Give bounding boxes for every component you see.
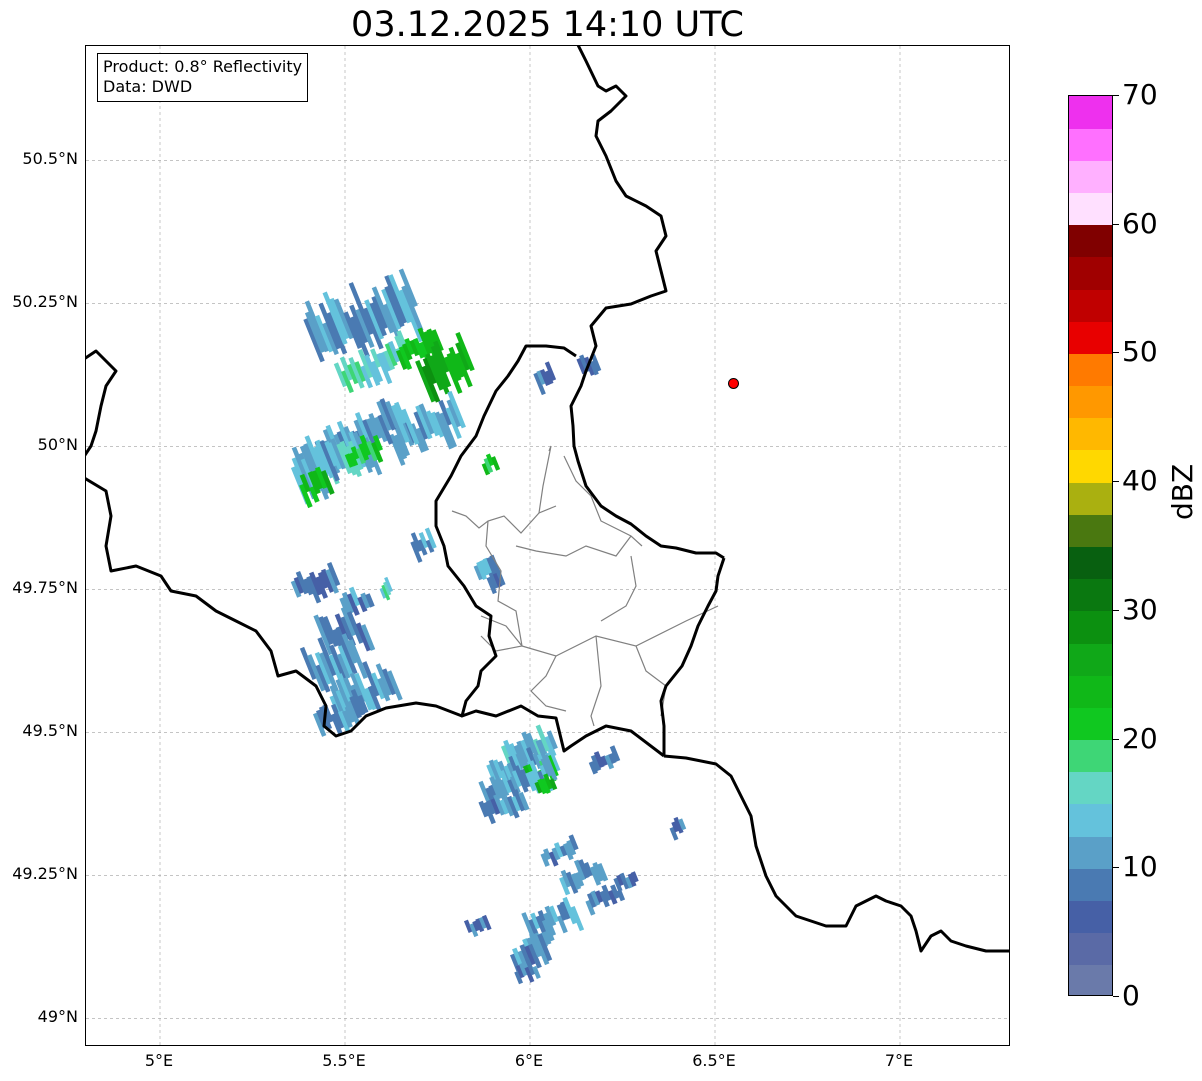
colorbar-segment: [1069, 256, 1112, 290]
colorbar-tick: [1113, 95, 1119, 96]
colorbar-unit-label: dBZ: [1166, 463, 1199, 520]
radar-cell: [540, 834, 579, 867]
map-canvas: [86, 46, 1009, 1045]
colorbar-segment: [1069, 707, 1112, 741]
radar-cell: [559, 859, 609, 896]
canton-boundary: [530, 655, 567, 712]
colorbar-segment: [1069, 192, 1112, 226]
border-be-fr-north: [86, 349, 118, 457]
colorbar-tick-label: 10: [1122, 850, 1158, 884]
colorbar-segment: [1069, 289, 1112, 322]
latitude-tick-label: 49°N: [37, 1007, 78, 1027]
product-label: Product: 0.8° Reflectivity: [103, 57, 303, 76]
colorbar-tick-label: 30: [1122, 592, 1158, 626]
colorbar-tick-label: 50: [1122, 335, 1158, 369]
colorbar-tick: [1113, 738, 1119, 740]
colorbar-segment: [1069, 546, 1112, 580]
radar-cell: [410, 527, 437, 563]
colorbar-tick: [1113, 481, 1119, 483]
data-source-label: Data: DWD: [103, 77, 193, 96]
radar-map[interactable]: [85, 45, 1010, 1046]
colorbar-segment: [1069, 482, 1112, 515]
colorbar-segment: [1069, 160, 1112, 194]
radar-echoes: [290, 268, 687, 985]
latitude-tick-label: 50.5°N: [22, 149, 78, 169]
colorbar-segment: [1069, 868, 1112, 901]
colorbar-segment: [1069, 128, 1112, 161]
latitude-tick-label: 49.5°N: [22, 721, 78, 741]
colorbar: [1068, 95, 1113, 996]
canton-boundary: [515, 535, 632, 557]
colorbar-tick: [1113, 996, 1119, 997]
colorbar-segment: [1069, 353, 1112, 387]
latitude-tick-label: 50.25°N: [12, 292, 78, 312]
colorbar-segment: [1069, 964, 1112, 995]
colorbar-tick: [1113, 352, 1119, 354]
graticule: [86, 46, 1009, 1045]
colorbar-segment: [1069, 224, 1112, 258]
canton-boundary: [538, 445, 552, 514]
country-borders: [86, 46, 1009, 953]
canton-boundary: [563, 455, 643, 547]
canton-boundary: [590, 635, 602, 727]
colorbar-segment: [1069, 932, 1112, 966]
colorbar-tick: [1113, 867, 1119, 869]
colorbar-segment: [1069, 321, 1112, 354]
radar-cell: [588, 745, 621, 775]
longitude-tick-label: 7°E: [884, 1051, 914, 1070]
longitude-tick-label: 5.5°E: [322, 1051, 366, 1070]
canton-boundary: [480, 615, 524, 652]
colorbar-tick-label: 40: [1122, 464, 1158, 498]
radar-cell: [463, 914, 492, 938]
site-marker[interactable]: [728, 377, 739, 389]
colorbar-segment: [1069, 417, 1112, 451]
canton-boundary: [451, 505, 557, 534]
colorbar-segment: [1069, 449, 1112, 483]
colorbar-tick-label: 20: [1122, 721, 1158, 755]
border-be-de: [569, 46, 725, 560]
radar-cell: [533, 361, 557, 396]
colorbar-tick-label: 0: [1122, 979, 1140, 1012]
border-lu-de: [659, 557, 726, 756]
latitude-tick-label: 50°N: [37, 435, 78, 455]
colorbar-tick-label: 70: [1122, 78, 1158, 111]
colorbar-segment: [1069, 514, 1112, 547]
longitude-tick-label: 6.5°E: [692, 1051, 736, 1070]
map-title: 03.12.2025 14:10 UTC: [351, 5, 744, 45]
colorbar-segment: [1069, 96, 1112, 129]
colorbar-segment: [1069, 643, 1112, 676]
border-be-lu: [434, 344, 665, 758]
colorbar-tick: [1113, 223, 1119, 225]
colorbar-segment: [1069, 836, 1112, 869]
radar-cell: [669, 816, 687, 841]
latitude-tick-label: 49.75°N: [12, 578, 78, 598]
latitude-tick-label: 49.25°N: [12, 864, 78, 884]
colorbar-segment: [1069, 900, 1112, 934]
border-fr-de: [663, 754, 1009, 953]
radar-cell: [481, 453, 501, 476]
border-be-fr: [86, 477, 463, 738]
radar-cell: [389, 390, 466, 466]
colorbar-segment: [1069, 803, 1112, 837]
radar-cell: [290, 561, 341, 604]
longitude-tick-label: 6°E: [514, 1051, 544, 1070]
canton-boundary: [600, 555, 637, 622]
radar-cell: [613, 871, 639, 892]
product-info-box: Product: 0.8° Reflectivity Data: DWD: [97, 53, 309, 102]
colorbar-segment: [1069, 385, 1112, 419]
colorbar-segment: [1069, 610, 1112, 644]
colorbar-tick: [1113, 609, 1119, 611]
longitude-tick-label: 5°E: [144, 1051, 174, 1070]
colorbar-segment: [1069, 771, 1112, 805]
colorbar-segment: [1069, 578, 1112, 612]
colorbar-segment: [1069, 739, 1112, 773]
colorbar-tick-label: 60: [1122, 206, 1158, 240]
colorbar-segment: [1069, 675, 1112, 708]
